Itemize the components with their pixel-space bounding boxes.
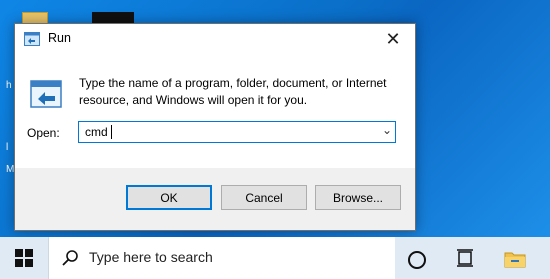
dialog-footer: OK Cancel Browse... (15, 168, 415, 230)
windows-start-icon (15, 249, 33, 267)
open-label: Open: (27, 126, 60, 140)
close-icon: ✕ (385, 29, 401, 49)
run-icon (24, 32, 40, 46)
run-program-icon (30, 80, 62, 108)
open-combobox[interactable]: cmd ⌄ (78, 121, 396, 143)
browse-button[interactable]: Browse... (315, 185, 401, 210)
cancel-button[interactable]: Cancel (221, 185, 307, 210)
task-view-icon[interactable] (456, 248, 474, 268)
title-bar[interactable]: Run ✕ (15, 24, 415, 55)
ok-button[interactable]: OK (126, 185, 212, 210)
desktop-label-partial: h (6, 80, 12, 91)
file-explorer-icon[interactable] (504, 249, 526, 269)
search-icon (62, 250, 78, 266)
text-caret (111, 125, 112, 139)
dropdown-icon[interactable]: ⌄ (382, 123, 392, 137)
cortana-icon[interactable] (408, 251, 426, 269)
open-input[interactable]: cmd (85, 125, 108, 139)
start-button[interactable] (0, 237, 48, 279)
run-dialog: Run ✕ Type the name of a program, folder… (14, 23, 416, 231)
dialog-title: Run (48, 31, 71, 45)
search-placeholder: Type here to search (89, 249, 213, 265)
taskbar: Type here to search (0, 237, 550, 279)
desktop-label-partial: l (6, 142, 9, 153)
dialog-description: Type the name of a program, folder, docu… (79, 76, 387, 107)
dialog-body: Type the name of a program, folder, docu… (15, 55, 415, 168)
taskbar-search-box[interactable]: Type here to search (48, 237, 395, 279)
close-button[interactable]: ✕ (371, 24, 415, 55)
